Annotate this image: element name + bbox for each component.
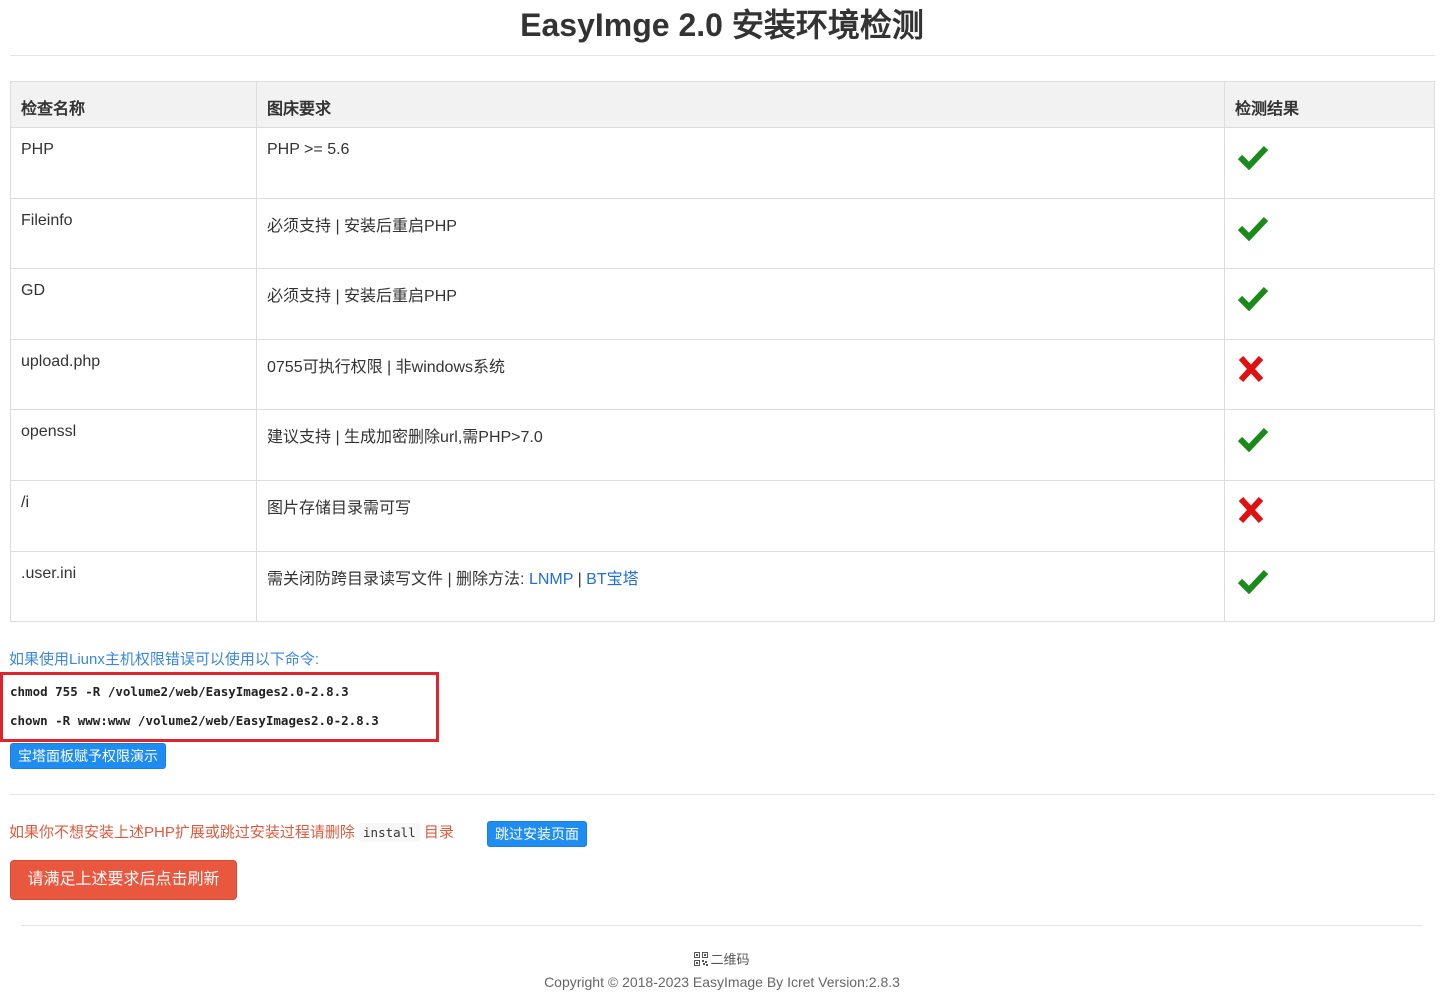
qr-code-label: 二维码 <box>710 952 750 967</box>
checkmark-icon <box>1238 145 1268 170</box>
skip-note-suffix: 目录 <box>423 824 454 841</box>
checkmark-icon <box>1238 287 1268 312</box>
check-result <box>1224 197 1435 270</box>
table-row: openssl 建议支持 | 生成加密删除url,需PHP>7.0 <box>10 409 1435 481</box>
checkmark-icon <box>1238 428 1268 453</box>
check-name: .user.ini <box>10 550 257 623</box>
linux-permission-note: 如果使用Liunx主机权限错误可以使用以下命令: <box>9 651 320 668</box>
requirement-text: 建议支持 | 生成加密删除url,需PHP>7.0 <box>267 429 543 447</box>
requirement-text: PHP >= 5.6 <box>267 141 350 158</box>
copyright-text: Copyright © 2018-2023 EasyImage By Icret… <box>544 974 900 990</box>
environment-check-table: 检查名称 图床要求 检测结果 PHP PHP >= 5.6 Fileinfo 必须支持… <box>10 81 1435 623</box>
checkmark-icon <box>1238 569 1268 594</box>
check-name: upload.php <box>10 338 257 411</box>
check-requirement: 建议支持 | 生成加密删除url,需PHP>7.0 <box>256 409 1225 481</box>
section-divider <box>10 794 1435 795</box>
install-dir-code: install <box>359 823 420 842</box>
check-result <box>1224 550 1435 623</box>
check-result <box>1224 127 1435 199</box>
requirement-text: 必须支持 | 安装后重启PHP <box>267 217 457 235</box>
check-result <box>1224 479 1435 552</box>
table-row: upload.php 0755可执行权限 | 非windows系统 <box>10 338 1435 411</box>
table-row: PHP PHP >= 5.6 <box>10 127 1435 199</box>
title-divider <box>10 55 1435 56</box>
checkmark-icon <box>1238 216 1268 241</box>
check-requirement: 图片存储目录需可写 <box>256 479 1225 552</box>
table-row: .user.ini 需关闭防跨目录读写文件 | 删除方法: LNMP | BT宝塔 <box>10 550 1435 623</box>
column-header-name: 检查名称 <box>10 81 257 128</box>
cross-icon <box>1238 496 1264 523</box>
page-title: EasyImge 2.0 安装环境检测 <box>520 7 924 43</box>
requirement-text: 需关闭防跨目录读写文件 | 删除方法: <box>267 570 529 588</box>
column-header-result: 检测结果 <box>1224 81 1435 128</box>
requirement-text: 图片存储目录需可写 <box>267 499 412 517</box>
check-result <box>1224 409 1435 481</box>
footer-divider <box>21 925 1422 926</box>
requirement-text: 0755可执行权限 | 非windows系统 <box>267 358 506 376</box>
qr-code-icon <box>694 952 709 966</box>
check-name: openssl <box>10 409 257 481</box>
help-link-1[interactable]: BT宝塔 <box>586 571 638 588</box>
check-name: PHP <box>10 127 257 199</box>
check-result <box>1224 338 1435 411</box>
bt-panel-demo-button[interactable]: 宝塔面板赋予权限演示 <box>10 743 166 769</box>
refresh-button[interactable]: 请满足上述要求后点击刷新 <box>10 860 237 900</box>
check-requirement: 需关闭防跨目录读写文件 | 删除方法: LNMP | BT宝塔 <box>256 550 1225 623</box>
check-result <box>1224 268 1435 340</box>
skip-install-button[interactable]: 跳过安装页面 <box>487 821 587 847</box>
check-name: Fileinfo <box>10 197 257 270</box>
check-requirement: PHP >= 5.6 <box>256 127 1225 199</box>
check-name: /i <box>10 479 257 552</box>
help-link-0[interactable]: LNMP <box>529 571 573 588</box>
table-header-row: 检查名称 图床要求 检测结果 <box>10 81 1435 128</box>
requirement-text: 必须支持 | 安装后重启PHP <box>267 288 457 306</box>
table-row: /i 图片存储目录需可写 <box>10 479 1435 552</box>
table-row: Fileinfo 必须支持 | 安装后重启PHP <box>10 197 1435 270</box>
link-separator: | <box>573 570 587 588</box>
chown-command: chown -R www:www /volume2/web/EasyImages… <box>10 713 379 728</box>
check-requirement: 0755可执行权限 | 非windows系统 <box>256 338 1225 411</box>
table-row: GD 必须支持 | 安装后重启PHP <box>10 268 1435 340</box>
skip-install-note: 如果你不想安装上述PHP扩展或跳过安装过程请删除 install 目录 <box>9 823 454 843</box>
qr-code-link[interactable]: 二维码 <box>0 951 1440 969</box>
check-requirement: 必须支持 | 安装后重启PHP <box>256 268 1225 340</box>
command-highlight-box <box>0 672 439 742</box>
chmod-command: chmod 755 -R /volume2/web/EasyImages2.0-… <box>10 684 349 699</box>
skip-note-text: 如果你不想安装上述PHP扩展或跳过安装过程请删除 <box>9 824 355 841</box>
column-header-requirement: 图床要求 <box>256 81 1225 128</box>
cross-icon <box>1238 355 1264 382</box>
check-requirement: 必须支持 | 安装后重启PHP <box>256 197 1225 270</box>
check-name: GD <box>10 268 257 340</box>
